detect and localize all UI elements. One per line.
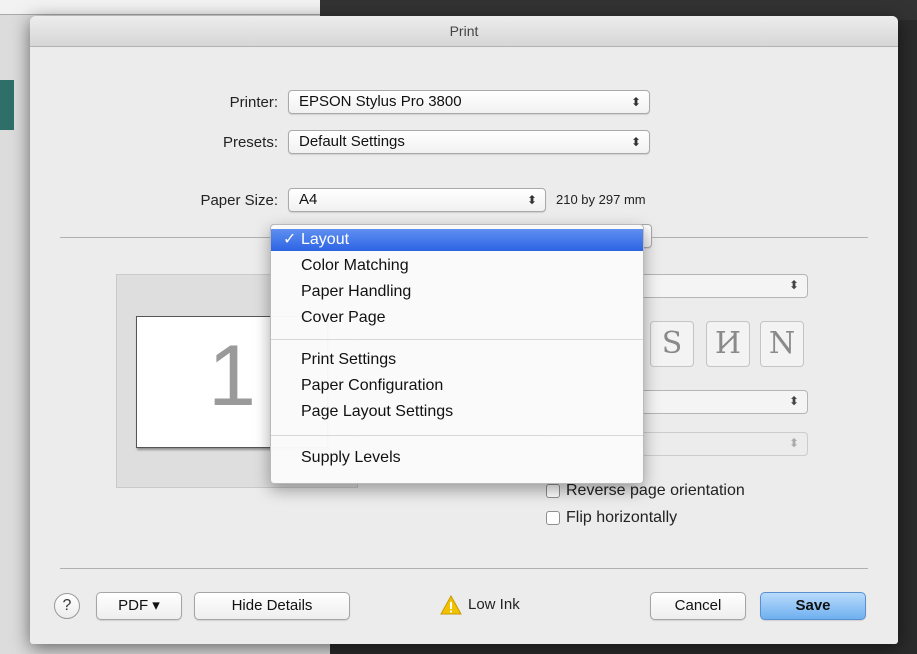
presets-label: Presets: [222, 134, 278, 151]
layout-direction-n-button[interactable]: N [760, 321, 804, 367]
popup-arrows-icon: ⬍ [788, 278, 799, 292]
menu-item-label: Supply Levels [301, 449, 401, 466]
menu-item-print-settings[interactable]: Print Settings [271, 349, 643, 371]
print-dialog: Print Printer: EPSON Stylus Pro 3800 ⬍ P… [30, 16, 898, 644]
menu-item-paper-handling[interactable]: Paper Handling [271, 281, 643, 303]
menu-item-label: Cover Page [301, 309, 386, 326]
popup-arrows-icon: ⬍ [788, 436, 799, 450]
bottom-separator [60, 568, 868, 569]
presets-select[interactable]: Default Settings ⬍ [288, 130, 650, 154]
printer-select[interactable]: EPSON Stylus Pro 3800 ⬍ [288, 90, 650, 114]
printer-value: EPSON Stylus Pro 3800 [299, 93, 462, 110]
menu-item-supply-levels[interactable]: Supply Levels [271, 447, 643, 469]
checkmark-icon: ✓ [283, 231, 297, 248]
warning-triangle-icon [440, 595, 462, 615]
save-button[interactable]: Save [760, 592, 866, 620]
menu-item-cover-page[interactable]: Cover Page [271, 307, 643, 329]
menu-item-layout[interactable]: ✓ Layout [271, 229, 643, 251]
pdf-menu-button[interactable]: PDF ▾ [96, 592, 182, 620]
paper-size-row: Paper Size: [30, 188, 278, 214]
popup-arrows-icon: ⬍ [526, 193, 537, 207]
help-button[interactable]: ? [54, 593, 80, 619]
menu-separator [271, 339, 643, 340]
menu-item-paper-configuration[interactable]: Paper Configuration [271, 375, 643, 397]
presets-value: Default Settings [299, 133, 405, 150]
reverse-orientation-label: Reverse page orientation [566, 482, 745, 499]
dialog-title: Print [30, 16, 898, 47]
menu-item-label: Layout [301, 231, 350, 248]
background-accent [0, 80, 14, 130]
menu-item-label: Page Layout Settings [301, 403, 454, 420]
menu-item-label: Print Settings [301, 351, 397, 368]
paper-size-label: Paper Size: [200, 192, 278, 209]
paper-size-value: A4 [299, 191, 318, 208]
popup-arrows-icon: ⬍ [788, 394, 799, 408]
panel-menu: ✓ Layout Color Matching Paper Handling C… [270, 224, 644, 484]
menu-separator [271, 435, 643, 436]
menu-item-label: Paper Configuration [301, 377, 444, 394]
menu-item-color-matching[interactable]: Color Matching [271, 255, 643, 277]
layout-direction-s-button[interactable]: S [650, 321, 694, 367]
menu-item-page-layout-settings[interactable]: Page Layout Settings [271, 401, 643, 423]
popup-arrows-icon: ⬍ [630, 135, 641, 149]
low-ink-status: Low Ink [468, 596, 520, 613]
menu-item-label: Paper Handling [301, 283, 412, 300]
presets-row: Presets: [30, 130, 278, 156]
flip-horizontally-label: Flip horizontally [566, 509, 678, 526]
reverse-orientation-checkbox[interactable] [546, 484, 560, 498]
layout-direction-reverse-n-button[interactable]: И [706, 321, 750, 367]
paper-dimensions: 210 by 297 mm [556, 192, 646, 207]
hide-details-button[interactable]: Hide Details [194, 592, 350, 620]
paper-size-select[interactable]: A4 ⬍ [288, 188, 546, 212]
menu-item-label: Color Matching [301, 257, 409, 274]
flip-horizontally-checkbox[interactable] [546, 511, 560, 525]
background-toolbar [0, 0, 330, 15]
cancel-button[interactable]: Cancel [650, 592, 746, 620]
popup-arrows-icon: ⬍ [630, 95, 641, 109]
printer-label: Printer: [229, 94, 278, 111]
printer-row: Printer: [30, 90, 278, 116]
